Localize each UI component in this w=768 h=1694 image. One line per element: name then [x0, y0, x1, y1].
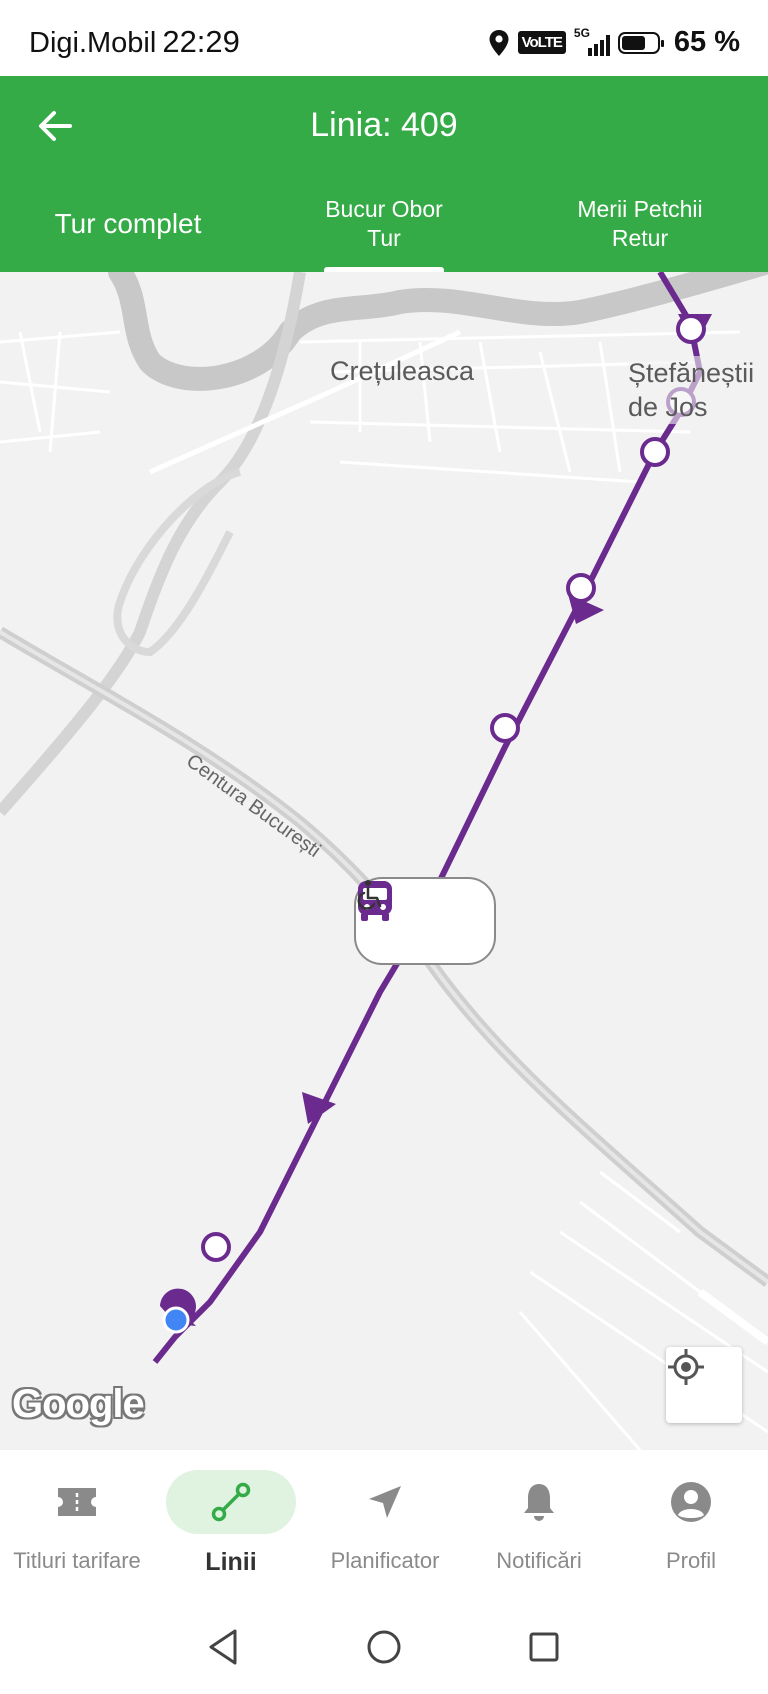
- bell-icon: [524, 1484, 554, 1521]
- triangle-back-icon: [209, 1629, 237, 1665]
- nav-icon-container: [474, 1470, 604, 1534]
- location-pin-icon: [489, 29, 509, 56]
- nav-icon-container: [12, 1470, 142, 1534]
- status-left: Digi.Mobil 22:29: [29, 24, 240, 60]
- tab-label: Bucur Obor: [325, 196, 443, 222]
- wheelchair-icon: [357, 880, 382, 910]
- nav-item-fares[interactable]: Titluri tarifare: [0, 1470, 154, 1574]
- network-type: 5G: [573, 25, 590, 40]
- user-icon: [671, 1482, 711, 1522]
- bottom-navigation: Titluri tarifare Linii Planificator Noti…: [0, 1450, 768, 1600]
- nav-label: Titluri tarifare: [13, 1548, 141, 1573]
- battery-icon: [617, 31, 664, 54]
- status-right: VoLTE 5G 65 %: [488, 26, 740, 59]
- nav-item-lines[interactable]: Linii: [154, 1470, 308, 1577]
- nav-label: Linii: [205, 1548, 257, 1576]
- nav-icon-container: [320, 1470, 450, 1534]
- nav-item-notifications[interactable]: Notificări: [462, 1470, 616, 1574]
- nav-icon-container: [626, 1470, 756, 1534]
- square-recents-icon: [529, 1632, 559, 1662]
- place-label: Crețuleasca: [330, 356, 475, 386]
- route-stops[interactable]: [201, 314, 706, 1262]
- tab-label: Merii Petchii: [577, 196, 703, 222]
- system-home-button[interactable]: [361, 1624, 407, 1670]
- user-location-dot: [162, 1306, 190, 1334]
- tab-label: Tur complet: [54, 208, 202, 239]
- battery-percent: 65 %: [673, 26, 740, 58]
- tab-sublabel: Tur: [367, 225, 401, 251]
- highway-secondary: [113, 468, 242, 657]
- tab-outbound[interactable]: Bucur Obor Tur: [256, 176, 512, 272]
- google-logo: Google: [12, 1382, 145, 1426]
- system-recents-button[interactable]: [521, 1624, 567, 1670]
- route-stop: [490, 713, 520, 743]
- route-stop: [201, 1232, 231, 1262]
- map-canvas[interactable]: [0, 272, 768, 1450]
- system-back-button[interactable]: [200, 1624, 246, 1670]
- nav-icon-container: [166, 1470, 296, 1534]
- direction-tabs: Tur complet Bucur Obor Tur Merii Petchii…: [0, 176, 768, 272]
- circle-home-icon: [367, 1630, 401, 1664]
- route-icon: [211, 1482, 251, 1522]
- system-navigation-bar: [0, 1600, 768, 1694]
- route-map[interactable]: Crețuleasca Ștefăneștii de Jos Centura B…: [0, 272, 768, 1450]
- vehicle-marker[interactable]: [354, 877, 496, 965]
- crosshair-icon: [668, 1349, 704, 1385]
- tab-sublabel: Retur: [611, 225, 669, 251]
- carrier-name: Digi.Mobil: [29, 27, 157, 59]
- my-location-button[interactable]: [666, 1347, 742, 1423]
- nav-label: Notificări: [496, 1548, 582, 1573]
- clock: 22:29: [162, 24, 240, 59]
- nav-item-profile[interactable]: Profil: [614, 1470, 768, 1574]
- nav-label: Planificator: [330, 1548, 440, 1573]
- place-label: Ștefăneștii de Jos: [628, 356, 768, 424]
- route-stop: [566, 573, 596, 603]
- local-road: [148, 329, 462, 475]
- tab-return[interactable]: Merii Petchii Retur: [512, 176, 768, 272]
- ticket-icon: [58, 1488, 96, 1516]
- route-stop: [640, 437, 670, 467]
- navigation-arrow-icon: [369, 1486, 401, 1518]
- nav-label: Profil: [665, 1548, 717, 1573]
- status-bar: Digi.Mobil 22:29 VoLTE 5G 65 %: [0, 0, 768, 76]
- nav-item-planner[interactable]: Planificator: [308, 1470, 462, 1574]
- page-title: Linia: 409: [310, 106, 458, 144]
- route-stop: [676, 314, 706, 344]
- volte-badge: VoLTE: [517, 31, 566, 54]
- tab-full-route[interactable]: Tur complet: [0, 176, 256, 272]
- signal-icon: 5G: [574, 26, 610, 56]
- app-header: Linia: 409 Tur complet Bucur Obor Tur Me…: [0, 76, 768, 272]
